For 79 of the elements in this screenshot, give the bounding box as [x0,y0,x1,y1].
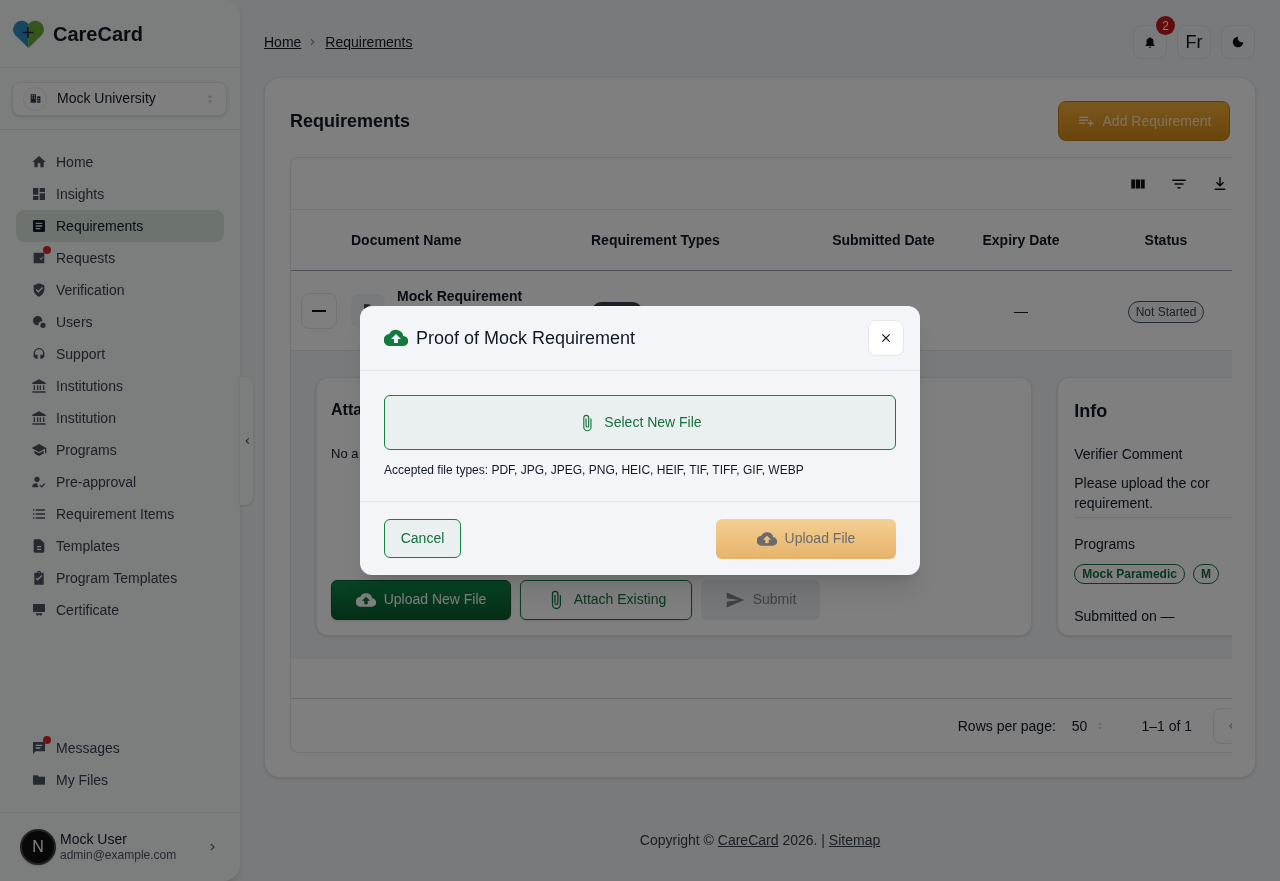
folder-icon [31,772,47,788]
sidebar-item[interactable]: Certificate [16,594,224,626]
headset-icon [31,346,47,362]
list-icon [31,506,47,522]
clipboard-check-icon [31,570,47,586]
sidebar-item[interactable]: Requests [16,242,224,274]
shield-icon [31,282,47,298]
rows-per-page-select[interactable]: 50 [1071,715,1106,737]
table-cell: Mock Requirement [397,287,523,304]
collapse-row-button[interactable] [301,292,337,329]
language-button[interactable]: Fr [1177,25,1211,59]
certificate-icon [31,602,47,618]
sidebar-item[interactable]: Templates [16,530,224,562]
pagination-range: 1–1 of 1 [1141,716,1192,736]
column-header[interactable]: Status [1144,231,1188,248]
sidebar-item[interactable]: Verification [16,274,224,306]
page-title: Requirements [290,109,412,133]
organization-selector[interactable]: Mock University [12,81,227,116]
grid-icon [31,186,47,202]
notification-count-badge: 2 [1156,16,1175,35]
sidebar-item[interactable]: Requirements [16,210,224,242]
table-cell: — [1014,302,1028,319]
status-badge: Not Started [1127,300,1205,323]
heart-logo-icon [12,18,45,49]
user-name: Mock User [60,830,128,849]
sidebar-item[interactable]: Requirement Items [16,498,224,530]
brand-name: CareCard [53,21,144,47]
close-icon [879,331,893,345]
breadcrumb-link[interactable]: Home [264,31,302,53]
cancel-button[interactable]: Cancel [384,519,461,558]
column-header[interactable]: Expiry Date [982,231,1060,248]
sidebar-item[interactable]: Insights [16,178,224,210]
field-label: Programs [1074,535,1136,554]
sidebar-collapse-handle[interactable] [240,377,253,505]
building-icon [28,92,42,105]
empty-message: No a [331,445,359,463]
sidebar-item[interactable]: Users [16,306,224,338]
sidebar-item[interactable]: Institutions [16,370,224,402]
rows-per-page-label: Rows per page: [957,716,1056,736]
select-new-file-button[interactable]: Select New File [384,395,896,450]
message-icon [31,740,47,756]
column-header[interactable]: Document Name [351,231,462,248]
sidebar-item[interactable]: Pre-approval [16,466,224,498]
document-icon [31,218,47,234]
submitted-text: Submitted on — [1074,607,1176,626]
minus-icon [312,309,326,312]
home-icon [31,154,47,170]
carecard-link[interactable]: CareCard [717,832,779,848]
verifier-comment-line: requirement. [1074,494,1154,513]
sidebar-item[interactable]: Institution [16,402,224,434]
sidebar-item[interactable]: Program Templates [16,562,224,594]
user-email: admin@example.com [60,848,178,864]
card-title: Info [1074,400,1109,423]
column-header[interactable]: Submitted Date [832,231,935,248]
graduation-cap-icon [31,442,47,458]
breadcrumb-link[interactable]: Requirements [325,31,413,53]
theme-toggle-button[interactable] [1221,25,1255,59]
sidebar-item[interactable]: My Files [16,764,224,796]
moon-icon [1231,35,1245,49]
dialog-title: Proof of Mock Requirement [416,326,637,350]
bank-icon [31,410,47,426]
verifier-comment-line: Please upload the cor [1074,474,1211,493]
upload-new-file-button[interactable]: Upload New File [331,579,511,620]
file-icon [31,538,47,554]
copyright-text: Copyright © CareCard 2026. | Sitemap [638,831,882,850]
bank-icon [31,378,47,394]
accepted-file-types: Accepted file types: PDF, JPG, JPEG, PNG, HEIC, HEIF, TIF, TIFF, GIF, WEBP [384,462,805,479]
bell-icon [1143,35,1157,49]
avatar[interactable]: N [20,829,56,865]
sidebar-item[interactable]: Messages [16,732,224,764]
checklist-icon [31,250,47,266]
sidebar-item[interactable]: Programs [16,434,224,466]
attach-existing-button[interactable]: Attach Existing [520,579,692,620]
sidebar-item[interactable]: Home [16,146,224,178]
column-header[interactable]: Requirement Types [591,231,720,248]
sitemap-link[interactable]: Sitemap [828,832,881,848]
person-check-icon [31,474,47,490]
field-label: Verifier Comment [1074,445,1184,464]
sidebar-item[interactable]: Support [16,338,224,370]
